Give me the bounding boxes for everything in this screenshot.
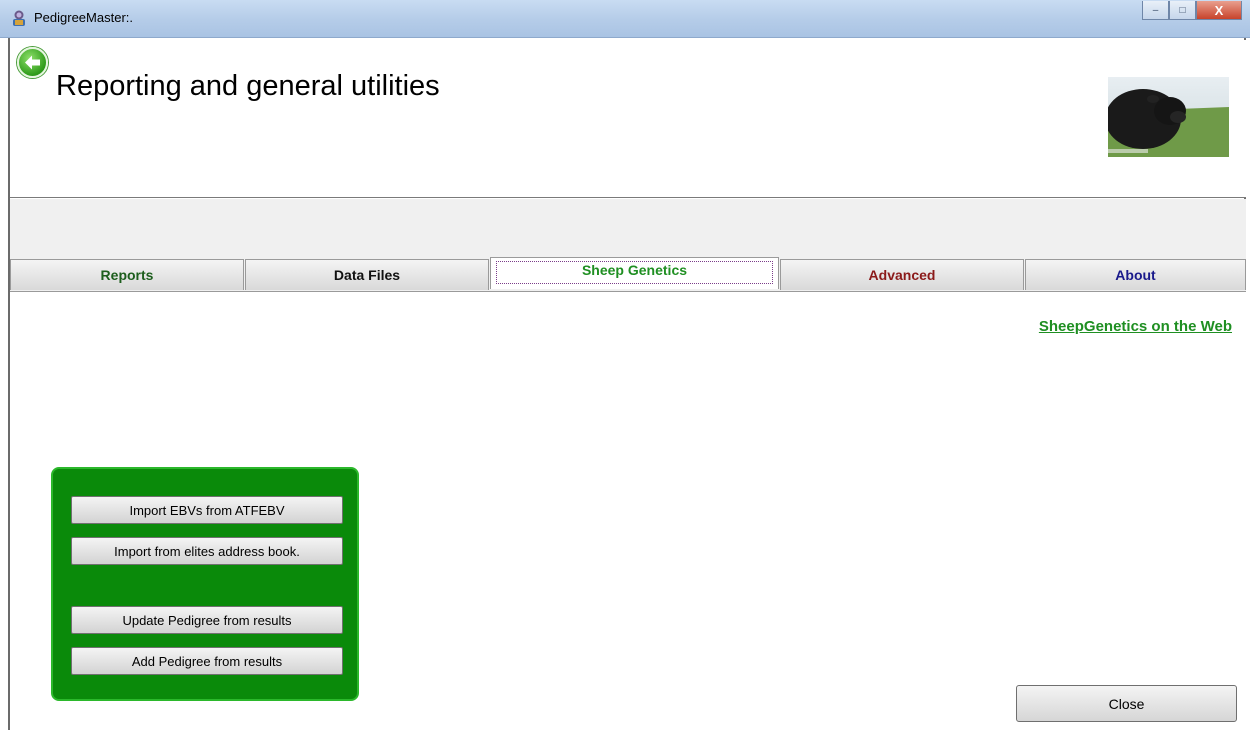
add-pedigree-button[interactable]: Add Pedigree from results <box>71 647 343 675</box>
import-ebvs-button[interactable]: Import EBVs from ATFEBV <box>71 496 343 524</box>
cattle-photo <box>1108 77 1229 157</box>
back-arrow-glyph <box>25 55 40 70</box>
tab-label: Sheep Genetics <box>581 261 688 278</box>
close-button[interactable]: Close <box>1016 685 1237 722</box>
import-elites-button[interactable]: Import from elites address book. <box>71 537 343 565</box>
title-bar: PedigreeMaster:. – □ X <box>0 0 1250 38</box>
maximize-button[interactable]: □ <box>1169 1 1196 20</box>
header <box>10 40 1246 198</box>
tab-advanced[interactable]: Advanced <box>780 259 1024 290</box>
cattle-image <box>1108 89 1229 157</box>
update-pedigree-button[interactable]: Update Pedigree from results <box>71 606 343 634</box>
sheepgenetics-web-link[interactable]: SheepGenetics on the Web <box>1039 318 1232 335</box>
back-arrow-icon[interactable] <box>17 47 48 78</box>
window-title: PedigreeMaster:. <box>34 10 133 25</box>
page-title: Reporting and general utilities <box>56 70 440 102</box>
close-window-button[interactable]: X <box>1196 1 1242 20</box>
app-icon <box>13 10 25 26</box>
tab-label: About <box>1115 267 1156 283</box>
minimize-button[interactable]: – <box>1142 1 1169 20</box>
window-controls: – □ X <box>1142 1 1242 20</box>
toolbar-band <box>10 199 1246 259</box>
tab-data-files[interactable]: Data Files <box>245 259 489 290</box>
sheep-genetics-panel: Import EBVs from ATFEBV Import from elit… <box>51 467 359 701</box>
tab-label: Reports <box>100 267 154 283</box>
tab-reports[interactable]: Reports <box>10 259 244 290</box>
tab-sheep-genetics[interactable]: Sheep Genetics <box>490 257 779 289</box>
tab-strip: Reports Data Files Sheep Genetics Advanc… <box>10 257 1246 291</box>
tab-about[interactable]: About <box>1025 259 1246 290</box>
tab-label: Data Files <box>333 267 401 283</box>
tab-label: Advanced <box>868 267 936 283</box>
